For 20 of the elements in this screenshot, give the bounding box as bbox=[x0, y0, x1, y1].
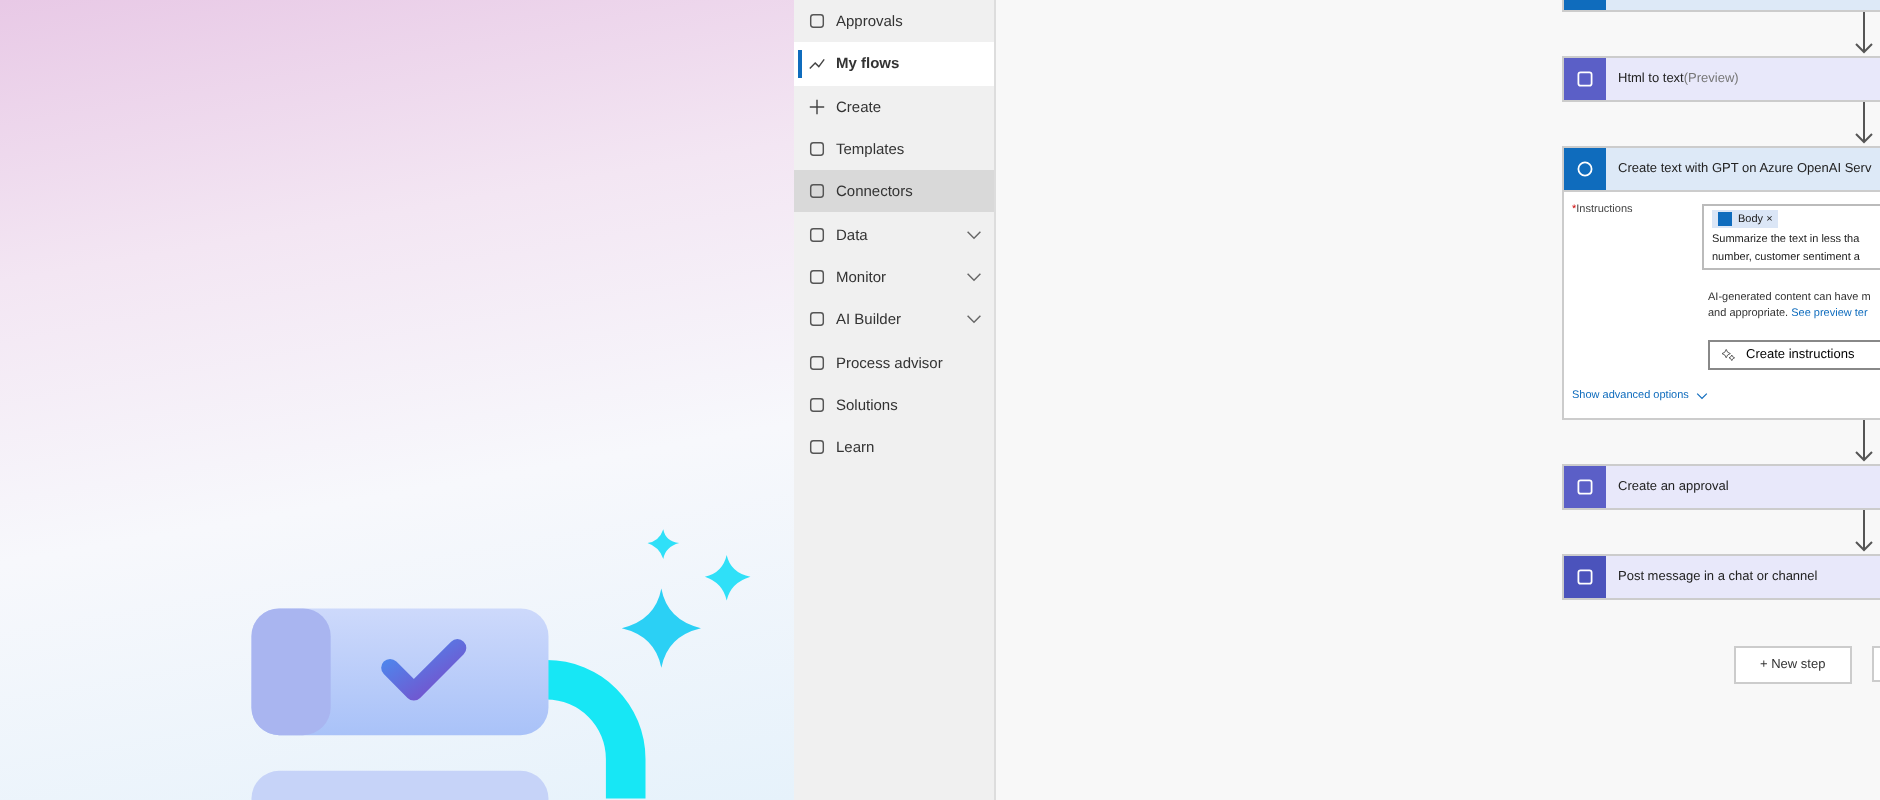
flow-icon bbox=[808, 54, 826, 73]
sparkle-icon bbox=[1722, 347, 1736, 361]
nav-icon bbox=[808, 12, 826, 31]
action-icon bbox=[1564, 555, 1606, 597]
chevron-down-icon bbox=[1696, 391, 1709, 399]
nav-icon bbox=[808, 225, 826, 244]
plus-icon bbox=[808, 97, 826, 116]
action-icon bbox=[1564, 58, 1606, 100]
nav-icon bbox=[808, 310, 826, 329]
nav-icon bbox=[808, 267, 826, 286]
action-icon bbox=[1564, 465, 1606, 507]
nav-icon bbox=[808, 353, 826, 372]
down-arrow bbox=[1854, 12, 1874, 56]
down-arrow bbox=[1854, 102, 1874, 146]
nav-icon bbox=[808, 140, 826, 159]
down-arrow bbox=[1854, 509, 1874, 553]
nav-icon bbox=[808, 395, 826, 414]
down-arrow bbox=[1854, 419, 1874, 463]
nav-icon bbox=[808, 182, 826, 201]
nav-icon bbox=[808, 438, 826, 457]
